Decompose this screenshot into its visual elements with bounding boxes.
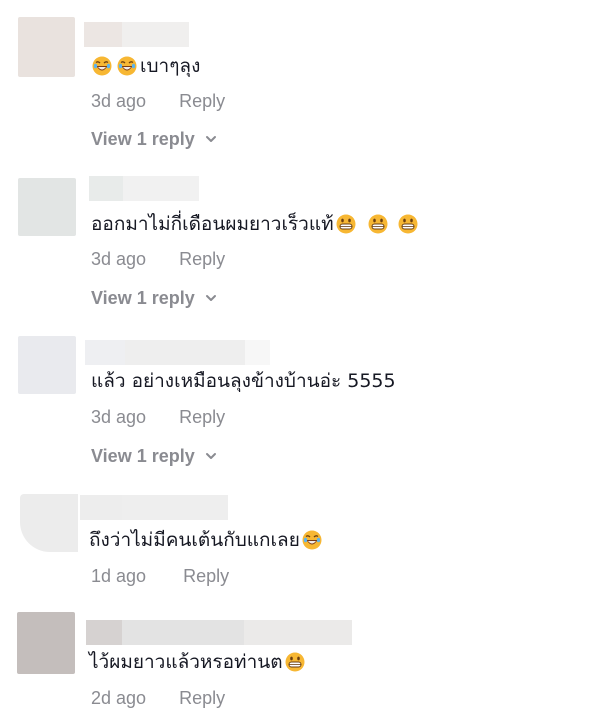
comment-text-content: ถึงว่าไม่มีคนเต้นกับแกเลย <box>89 529 300 551</box>
view-replies-button[interactable]: View 1 reply <box>91 128 217 150</box>
reply-button[interactable]: Reply <box>179 249 225 269</box>
avatar[interactable] <box>20 494 78 552</box>
comment-meta: 3d ago Reply <box>91 406 225 428</box>
comment-item: ออกมาไม่กี่เดือนผมยาวเร็วแท้ 3d ago Repl… <box>0 160 600 320</box>
username-blurred[interactable] <box>80 495 228 520</box>
reply-button[interactable]: Reply <box>179 407 225 427</box>
comment-text: ไว้ผมยาวแล้วหรอท่านต <box>89 650 305 674</box>
username-blurred[interactable] <box>86 620 352 645</box>
reply-button[interactable]: Reply <box>183 566 229 586</box>
grinning-face-icon <box>368 214 388 234</box>
chevron-down-icon <box>205 453 216 459</box>
grinning-face-icon <box>336 214 356 234</box>
laughing-face-icon <box>302 530 322 550</box>
comment-time: 1d ago <box>91 566 147 586</box>
comment-text-content: ออกมาไม่กี่เดือนผมยาวเร็วแท้ <box>91 213 334 235</box>
comment-meta: 3d ago Reply <box>91 90 225 112</box>
view-replies-label: View 1 reply <box>91 288 195 308</box>
grinning-face-icon <box>285 652 305 672</box>
comment-time: 2d ago <box>91 688 147 708</box>
reply-button[interactable]: Reply <box>179 91 225 111</box>
reply-button[interactable]: Reply <box>179 688 225 708</box>
comment-meta: 2d ago Reply <box>91 687 225 709</box>
avatar[interactable] <box>18 336 76 394</box>
comment-text-content: เบาๆลุง <box>140 55 201 77</box>
comment-time: 3d ago <box>91 407 147 427</box>
comment-item: แล้ว อย่างเหมือนลุงข้างบ้านอ่ะ 5555 3d a… <box>0 320 600 480</box>
comment-text-content: ไว้ผมยาวแล้วหรอท่านต <box>89 651 283 673</box>
username-blurred[interactable] <box>89 176 199 201</box>
comment-meta: 3d ago Reply <box>91 248 225 270</box>
avatar[interactable] <box>17 612 75 674</box>
comment-meta: 1d ago Reply <box>91 565 229 587</box>
view-replies-label: View 1 reply <box>91 129 195 149</box>
comment-item: ไว้ผมยาวแล้วหรอท่านต 2d ago Reply <box>0 602 600 724</box>
laughing-face-icon <box>92 56 112 76</box>
comment-text: ออกมาไม่กี่เดือนผมยาวเร็วแท้ <box>91 212 418 236</box>
avatar[interactable] <box>18 178 76 236</box>
view-replies-label: View 1 reply <box>91 446 195 466</box>
view-replies-button[interactable]: View 1 reply <box>91 445 217 467</box>
username-blurred[interactable] <box>85 340 270 365</box>
comment-time: 3d ago <box>91 91 147 111</box>
username-blurred[interactable] <box>84 22 189 47</box>
comment-text: เบาๆลุง <box>92 54 200 78</box>
comment-item: เบาๆลุง 3d ago Reply View 1 reply <box>0 0 600 160</box>
comment-item: ถึงว่าไม่มีคนเต้นกับแกเลย 1d ago Reply <box>0 480 600 602</box>
grinning-face-icon <box>398 214 418 234</box>
comment-text-content: แล้ว อย่างเหมือนลุงข้างบ้านอ่ะ 5555 <box>91 370 396 392</box>
view-replies-button[interactable]: View 1 reply <box>91 287 217 309</box>
avatar[interactable] <box>18 17 75 77</box>
laughing-face-icon <box>117 56 137 76</box>
chevron-down-icon <box>205 295 216 301</box>
chevron-down-icon <box>205 136 216 142</box>
comment-text: แล้ว อย่างเหมือนลุงข้างบ้านอ่ะ 5555 <box>91 369 396 393</box>
comment-time: 3d ago <box>91 249 147 269</box>
comment-text: ถึงว่าไม่มีคนเต้นกับแกเลย <box>89 528 322 552</box>
